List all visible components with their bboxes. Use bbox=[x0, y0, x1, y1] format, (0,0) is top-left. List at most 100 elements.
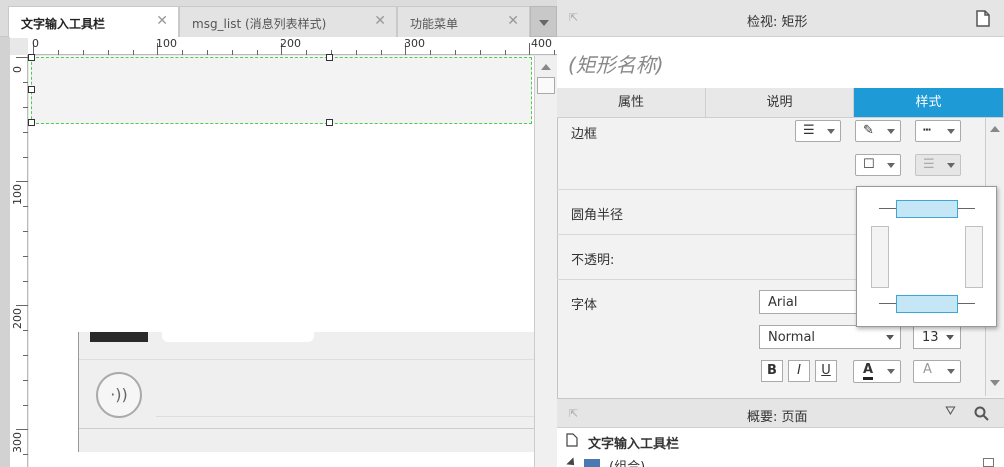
outline-header: ⇱ 概要: 页面 ⛛ bbox=[557, 398, 1004, 428]
tab-function-menu[interactable]: 功能菜单 ✕ bbox=[397, 6, 530, 37]
resize-handle[interactable] bbox=[28, 119, 35, 126]
right-border-toggle[interactable] bbox=[965, 226, 983, 288]
ruler-label: 400 bbox=[531, 37, 552, 50]
close-icon[interactable]: ✕ bbox=[156, 13, 168, 29]
font-label: 字体 bbox=[571, 298, 598, 313]
close-icon[interactable]: ✕ bbox=[374, 13, 386, 29]
dash-pattern-icon: ┅ bbox=[923, 123, 931, 138]
search-icon[interactable] bbox=[974, 406, 989, 421]
chat-mockup-area[interactable] bbox=[78, 332, 535, 452]
font-weight-value: Normal bbox=[768, 330, 816, 345]
tab-style[interactable]: 样式 bbox=[854, 88, 1004, 118]
border-visibility-button[interactable]: ☐ bbox=[855, 154, 901, 176]
message-bubble bbox=[162, 332, 314, 342]
bottom-border-toggle[interactable] bbox=[896, 295, 958, 313]
ruler-label: 100 bbox=[11, 184, 24, 205]
border-sides-popup bbox=[856, 186, 997, 327]
tab-label: 文字输入工具栏 bbox=[21, 17, 106, 31]
italic-button[interactable]: I bbox=[788, 360, 810, 382]
inspector-title: 检视: 矩形 bbox=[747, 15, 808, 30]
outline-group-item[interactable]: (组合) bbox=[609, 456, 645, 467]
font-size-select[interactable]: 13 bbox=[913, 325, 961, 349]
ruler-label: 0 bbox=[32, 37, 39, 50]
text-color-button[interactable]: A bbox=[853, 360, 901, 383]
text-color-icon: A bbox=[863, 363, 874, 380]
chevron-down-icon bbox=[946, 335, 954, 340]
chevron-down-icon bbox=[887, 129, 895, 134]
scroll-up-icon[interactable] bbox=[990, 126, 1000, 132]
arrow-style-button: ☰ bbox=[915, 154, 961, 176]
outline-page-name[interactable]: 文字输入工具栏 bbox=[588, 433, 679, 452]
chevron-down-icon bbox=[947, 129, 955, 134]
voice-input-icon[interactable]: ·)) bbox=[96, 372, 142, 418]
opacity-label: 不透明: bbox=[571, 253, 615, 268]
resize-handle[interactable] bbox=[28, 86, 35, 93]
font-size-value: 13 bbox=[922, 330, 939, 345]
folder-icon bbox=[584, 459, 600, 467]
font-family-value: Arial bbox=[768, 295, 798, 310]
text-input-underline bbox=[156, 416, 534, 417]
chevron-down-icon bbox=[887, 163, 895, 168]
line-weight-icon: ☰ bbox=[803, 123, 815, 138]
text-shadow-button[interactable]: A bbox=[913, 360, 961, 383]
border-color-button[interactable]: ✎ bbox=[855, 120, 901, 142]
checkbox-icon[interactable] bbox=[983, 458, 994, 467]
border-style-button[interactable]: ┅ bbox=[915, 120, 961, 142]
resize-handle[interactable] bbox=[326, 119, 333, 126]
resize-handle[interactable] bbox=[326, 54, 333, 61]
tab-msg-list[interactable]: msg_list (消息列表样式) ✕ bbox=[179, 6, 397, 37]
ruler-label: 200 bbox=[11, 308, 24, 329]
tab-label: msg_list (消息列表样式) bbox=[192, 17, 327, 31]
scroll-down-icon[interactable] bbox=[990, 380, 1000, 386]
scroll-up-icon[interactable] bbox=[541, 64, 551, 70]
expand-arrow-icon[interactable] bbox=[566, 457, 578, 467]
chevron-down-icon bbox=[886, 335, 894, 340]
chevron-down-icon bbox=[827, 129, 835, 134]
selected-rectangle[interactable] bbox=[28, 54, 532, 126]
canvas-scrollbar[interactable] bbox=[534, 56, 557, 467]
ruler-label: 0 bbox=[11, 66, 24, 73]
chevron-down-icon bbox=[539, 20, 549, 26]
outline-title: 概要: 页面 bbox=[747, 410, 808, 425]
ruler-label: 100 bbox=[156, 37, 177, 50]
chevron-down-icon bbox=[947, 369, 955, 374]
left-border-toggle[interactable] bbox=[871, 226, 889, 288]
ruler-label: 200 bbox=[280, 37, 301, 50]
underline-button[interactable]: U bbox=[815, 360, 837, 382]
avatar bbox=[90, 332, 148, 342]
border-label: 边框 bbox=[571, 127, 598, 142]
top-border-toggle[interactable] bbox=[896, 200, 958, 218]
filter-icon[interactable]: ⛛ bbox=[945, 404, 956, 419]
left-panel-collapsed[interactable] bbox=[0, 37, 10, 467]
collapse-arrow-icon[interactable]: ⇱ bbox=[569, 407, 578, 420]
inspector-header: ⇱ 检视: 矩形 bbox=[557, 0, 1004, 37]
scroll-thumb[interactable] bbox=[537, 77, 555, 94]
chevron-down-icon bbox=[887, 369, 895, 374]
shape-name-placeholder: (矩形名称) bbox=[568, 53, 664, 77]
close-icon[interactable]: ✕ bbox=[507, 13, 519, 29]
border-thickness-button[interactable]: ☰ bbox=[795, 120, 841, 142]
chevron-down-icon bbox=[947, 163, 955, 168]
ruler-label: 300 bbox=[404, 37, 425, 50]
horizontal-ruler: 0 100 200 300 400 bbox=[28, 37, 557, 55]
ruler-label: 300 bbox=[11, 432, 24, 453]
page-icon[interactable] bbox=[976, 10, 990, 27]
tab-text-input-toolbar[interactable]: 文字输入工具栏 ✕ bbox=[8, 6, 179, 38]
tab-notes[interactable]: 说明 bbox=[706, 88, 854, 118]
shape-name-input[interactable]: (矩形名称) bbox=[557, 37, 1004, 88]
bold-button[interactable]: B bbox=[761, 360, 783, 382]
tab-label: 功能菜单 bbox=[410, 17, 459, 31]
font-family-select[interactable]: Arial bbox=[759, 290, 857, 314]
page-icon bbox=[566, 433, 578, 447]
border-box-icon: ☐ bbox=[863, 157, 875, 172]
font-weight-select[interactable]: Normal bbox=[759, 325, 901, 349]
text-shadow-icon: A bbox=[923, 362, 932, 377]
resize-handle[interactable] bbox=[28, 54, 35, 61]
tab-properties[interactable]: 属性 bbox=[557, 88, 706, 118]
vertical-ruler: 0 100 200 300 bbox=[10, 55, 28, 467]
outline-tree: 文字输入工具栏 (组合) bbox=[557, 428, 1004, 467]
collapse-arrow-icon[interactable]: ⇱ bbox=[569, 11, 578, 24]
corner-radius-label: 圆角半径 bbox=[571, 208, 624, 223]
pen-icon: ✎ bbox=[863, 123, 874, 138]
tab-overflow-button[interactable] bbox=[530, 6, 557, 37]
